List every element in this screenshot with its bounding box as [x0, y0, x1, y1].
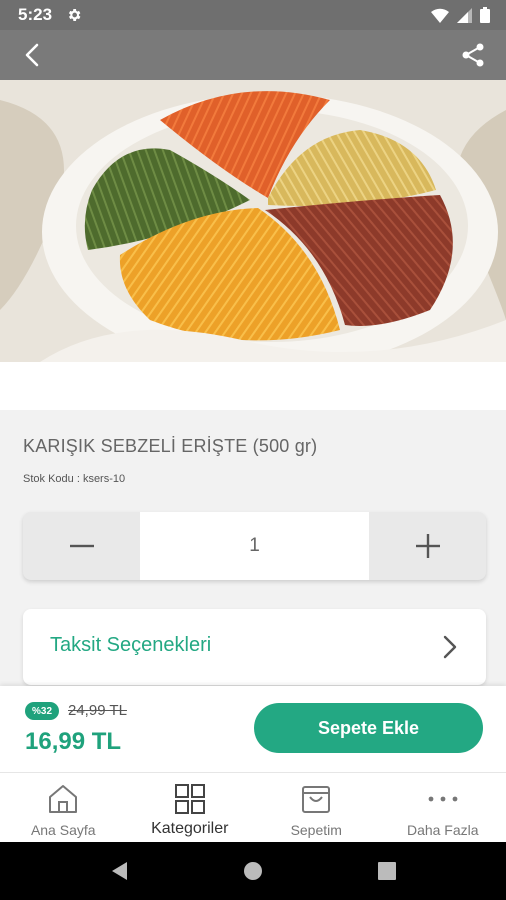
status-bar: 5:23: [0, 0, 506, 30]
image-spacer: [0, 362, 506, 410]
nav-label-home: Ana Sayfa: [30, 822, 96, 838]
back-arrow-icon[interactable]: [20, 42, 46, 68]
status-icons: [431, 7, 490, 23]
app-bar: [0, 30, 506, 80]
stock-code-value: ksers-10: [82, 473, 126, 485]
price-bar: %32 24,99 TL 16,99 TL Sepete Ekle: [0, 686, 506, 772]
installment-options-label: Taksit Seçenekleri: [50, 634, 212, 656]
product-details: KARIŞIK SEBZELİ ERİŞTE (500 gr) Stok Kod…: [0, 410, 506, 686]
installment-options-button[interactable]: Taksit Seçenekleri: [23, 609, 486, 685]
settings-gear-icon: [68, 9, 81, 21]
status-time: 5:23: [18, 5, 53, 24]
nav-label-categories: Kategoriler: [151, 820, 229, 837]
product-title: KARIŞIK SEBZELİ ERİŞTE (500 gr): [23, 436, 318, 456]
stock-code-label: Stok Kodu :: [23, 473, 80, 485]
product-image: [0, 80, 506, 362]
wifi-icon: [431, 8, 449, 23]
nav-item-home[interactable]: Ana Sayfa: [0, 773, 127, 842]
minus-icon: [69, 544, 94, 548]
plus-icon: [415, 534, 440, 558]
nav-item-categories[interactable]: Kategoriler: [127, 773, 254, 842]
old-price: 24,99 TL: [68, 702, 127, 719]
quantity-value[interactable]: 1: [140, 512, 369, 580]
grid-icon: [174, 784, 205, 814]
nav-item-more[interactable]: Daha Fazla: [380, 773, 506, 842]
decrease-quantity-button[interactable]: [23, 512, 140, 580]
chevron-right-icon: [443, 635, 457, 659]
nav-label-more: Daha Fazla: [406, 822, 479, 838]
quantity-stepper: 1: [23, 512, 486, 580]
more-dots-icon: [428, 796, 458, 802]
current-price: 16,99 TL: [25, 728, 122, 755]
battery-icon: [480, 7, 490, 23]
bottom-navigation: Ana Sayfa Kategoriler Sepetim Daha Fazla: [0, 772, 506, 842]
system-navigation-bar: [0, 842, 506, 900]
share-icon[interactable]: [460, 42, 486, 68]
system-back-icon[interactable]: [110, 861, 128, 881]
system-home-icon[interactable]: [243, 861, 263, 881]
nav-label-cart: Sepetim: [290, 822, 342, 838]
home-icon: [49, 785, 78, 813]
bag-icon: [302, 786, 331, 813]
add-to-cart-button[interactable]: Sepete Ekle: [254, 703, 483, 753]
system-recents-icon[interactable]: [378, 862, 396, 880]
signal-icon: [457, 7, 472, 23]
stock-code-row: Stok Kodu : ksers-10: [23, 473, 125, 485]
increase-quantity-button[interactable]: [369, 512, 486, 580]
discount-badge: %32: [25, 702, 59, 720]
nav-item-cart[interactable]: Sepetim: [253, 773, 380, 842]
